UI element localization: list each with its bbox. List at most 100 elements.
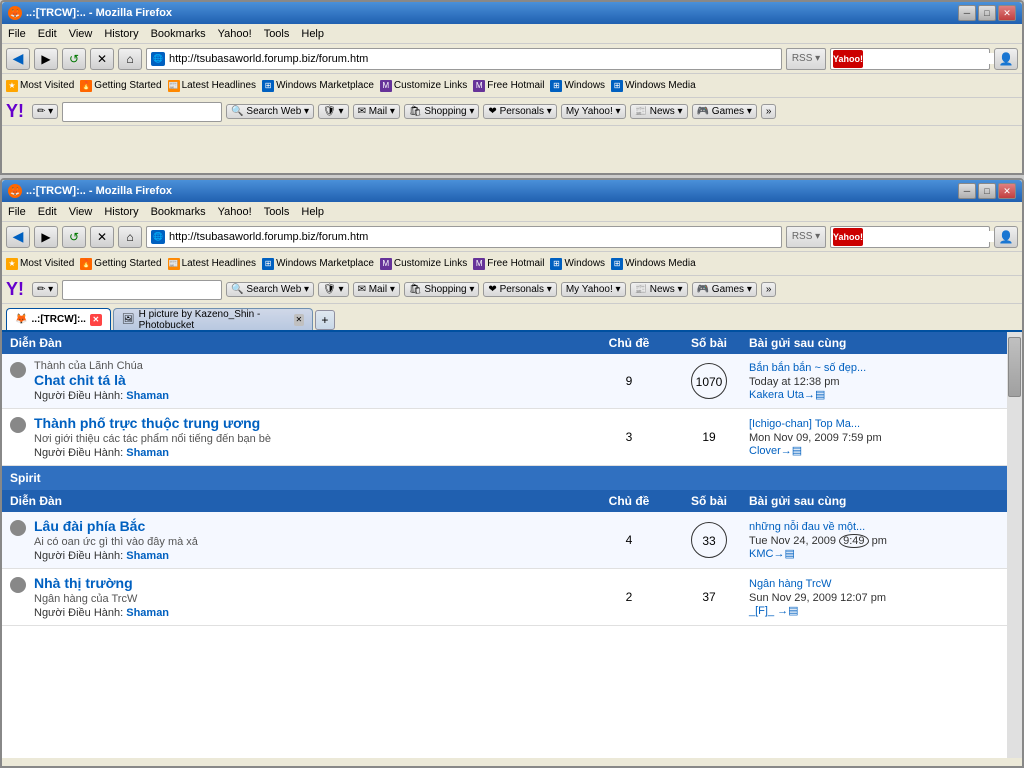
menu-bookmarks-2[interactable]: Bookmarks	[149, 206, 208, 218]
menu-file-1[interactable]: File	[6, 28, 28, 40]
bookmark-latest-headlines-1[interactable]: 📰 Latest Headlines	[168, 80, 257, 92]
last-title-4[interactable]: Ngân hàng TrcW	[749, 578, 999, 590]
minimize-btn-2[interactable]: ─	[958, 183, 976, 199]
yahoo-news-2[interactable]: 📰 News ▾	[630, 282, 688, 297]
maximize-btn-2[interactable]: □	[978, 183, 996, 199]
bookmark-windows-marketplace-1[interactable]: ⊞ Windows Marketplace	[262, 80, 374, 92]
maximize-btn-1[interactable]: □	[978, 5, 996, 21]
bookmark-most-visited-2[interactable]: ★ Most Visited	[6, 258, 74, 270]
menu-help-1[interactable]: Help	[299, 28, 326, 40]
yahoo-more-2[interactable]: »	[761, 282, 777, 297]
yahoo-search-input-2[interactable]	[63, 284, 221, 296]
yahoo-search-btn-2[interactable]: 🔍 Search Web ▾	[226, 282, 314, 297]
menu-yahoo-1[interactable]: Yahoo!	[216, 28, 254, 40]
yahoo-mail-2[interactable]: ✉ Mail ▾	[353, 282, 400, 297]
forum-title-1[interactable]: Chat chit tá là	[34, 372, 589, 388]
last-title-1[interactable]: Bắn bắn bắn ~ số đẹp...	[749, 362, 999, 374]
minimize-btn-1[interactable]: ─	[958, 5, 976, 21]
tab-photobucket[interactable]: 🖼 H picture by Kazeno_Shin - Photobucket…	[113, 308, 313, 330]
home-btn-1[interactable]: ⌂	[118, 48, 142, 70]
forum-title-2[interactable]: Thành phố trực thuộc trung ương	[34, 415, 589, 431]
yahoo-myyahoo-1[interactable]: My Yahoo! ▾	[561, 104, 626, 119]
reload-btn-1[interactable]: ↺	[62, 48, 86, 70]
yahoo-games-2[interactable]: 🎮 Games ▾	[692, 282, 757, 297]
menu-view-1[interactable]: View	[67, 28, 95, 40]
tab-close-trcw[interactable]: ✕	[90, 314, 102, 326]
last-title-3[interactable]: những nỗi đau về một...	[749, 521, 999, 533]
tab-add-btn[interactable]: +	[315, 310, 335, 330]
menu-yahoo-2[interactable]: Yahoo!	[216, 206, 254, 218]
menu-tools-1[interactable]: Tools	[262, 28, 292, 40]
bookmark-windows-2[interactable]: ⊞ Windows	[550, 258, 605, 270]
back-btn-1[interactable]: ◀	[6, 48, 30, 70]
forum-title-4[interactable]: Nhà thị trường	[34, 575, 589, 591]
forward-btn-1[interactable]: ▶	[34, 48, 58, 70]
menu-help-2[interactable]: Help	[299, 206, 326, 218]
yahoo-games-1[interactable]: 🎮 Games ▾	[692, 104, 757, 119]
yahoo-pencil-2[interactable]: ✏ ▾	[32, 282, 58, 297]
back-btn-2[interactable]: ◀	[6, 226, 30, 248]
close-btn-2[interactable]: ✕	[998, 183, 1016, 199]
scrollbar-thumb[interactable]	[1008, 337, 1021, 397]
yahoo-personals-2[interactable]: ❤ Personals ▾	[483, 282, 556, 297]
profile-btn-2[interactable]: 👤	[994, 226, 1018, 248]
yahoo-mail-1[interactable]: ✉ Mail ▾	[353, 104, 400, 119]
last-title-2[interactable]: [Ichigo-chan] Top Ma...	[749, 418, 999, 430]
profile-btn-1[interactable]: 👤	[994, 48, 1018, 70]
address-bar-1[interactable]: 🌐 http://tsubasaworld.forump.biz/forum.h…	[146, 48, 782, 70]
bookmark-getting-started-1[interactable]: 🔥 Getting Started	[80, 80, 161, 92]
menu-bookmarks-1[interactable]: Bookmarks	[149, 28, 208, 40]
scrollbar[interactable]	[1007, 332, 1022, 758]
yahoo-search-input-1[interactable]	[63, 106, 221, 118]
bookmark-most-visited-1[interactable]: ★ Most Visited	[6, 80, 74, 92]
bookmark-free-hotmail-2[interactable]: M Free Hotmail	[473, 258, 544, 270]
tab-close-photobucket[interactable]: ✕	[294, 314, 304, 326]
rss-btn-1[interactable]: RSS ▾	[786, 48, 826, 70]
stop-btn-2[interactable]: ✕	[90, 226, 114, 248]
yahoo-shopping-1[interactable]: 🛍 Shopping ▾	[404, 104, 480, 119]
yahoo-myyahoo-2[interactable]: My Yahoo! ▾	[561, 282, 626, 297]
yahoo-news-1[interactable]: 📰 News ▾	[630, 104, 688, 119]
bookmark-free-hotmail-1[interactable]: M Free Hotmail	[473, 80, 544, 92]
search-input-2[interactable]	[865, 231, 1001, 242]
menu-history-1[interactable]: History	[102, 28, 140, 40]
bookmark-customize-links-2[interactable]: M Customize Links	[380, 258, 467, 270]
forward-btn-2[interactable]: ▶	[34, 226, 58, 248]
last-user-3[interactable]: KMC→▤	[749, 547, 999, 560]
reload-btn-2[interactable]: ↺	[62, 226, 86, 248]
yahoo-security-2[interactable]: 🛡 ▾	[318, 282, 349, 297]
bookmark-windows-marketplace-2[interactable]: ⊞ Windows Marketplace	[262, 258, 374, 270]
yahoo-personals-1[interactable]: ❤ Personals ▾	[483, 104, 556, 119]
admin-name-2[interactable]: Shaman	[126, 447, 169, 459]
home-btn-2[interactable]: ⌂	[118, 226, 142, 248]
bookmark-customize-links-1[interactable]: M Customize Links	[380, 80, 467, 92]
menu-edit-2[interactable]: Edit	[36, 206, 59, 218]
tab-trcw[interactable]: 🦊 ..:[TRCW]:.. ✕	[6, 308, 111, 330]
bookmark-getting-started-2[interactable]: 🔥 Getting Started	[80, 258, 161, 270]
forum-title-3[interactable]: Lâu đài phía Bắc	[34, 518, 589, 534]
yahoo-more-1[interactable]: »	[761, 104, 777, 119]
menu-file-2[interactable]: File	[6, 206, 28, 218]
yahoo-security-1[interactable]: 🛡 ▾	[318, 104, 349, 119]
address-bar-2[interactable]: 🌐 http://tsubasaworld.forump.biz/forum.h…	[146, 226, 782, 248]
search-input-1[interactable]	[865, 53, 1001, 64]
menu-edit-1[interactable]: Edit	[36, 28, 59, 40]
close-btn-1[interactable]: ✕	[998, 5, 1016, 21]
bookmark-windows-1[interactable]: ⊞ Windows	[550, 80, 605, 92]
menu-tools-2[interactable]: Tools	[262, 206, 292, 218]
stop-btn-1[interactable]: ✕	[90, 48, 114, 70]
last-user-4[interactable]: _[F]_ →▤	[749, 604, 999, 617]
menu-view-2[interactable]: View	[67, 206, 95, 218]
admin-name-1[interactable]: Shaman	[126, 390, 169, 402]
admin-name-4[interactable]: Shaman	[126, 607, 169, 619]
yahoo-search-btn-1[interactable]: 🔍 Search Web ▾	[226, 104, 314, 119]
yahoo-pencil-1[interactable]: ✏ ▾	[32, 104, 58, 119]
admin-name-3[interactable]: Shaman	[126, 550, 169, 562]
rss-btn-2[interactable]: RSS ▾	[786, 226, 826, 248]
bookmark-windows-media-1[interactable]: ⊞ Windows Media	[611, 80, 696, 92]
bookmark-latest-headlines-2[interactable]: 📰 Latest Headlines	[168, 258, 257, 270]
bookmark-windows-media-2[interactable]: ⊞ Windows Media	[611, 258, 696, 270]
yahoo-shopping-2[interactable]: 🛍 Shopping ▾	[404, 282, 480, 297]
last-user-1[interactable]: Kakera Uta→▤	[749, 388, 999, 401]
menu-history-2[interactable]: History	[102, 206, 140, 218]
